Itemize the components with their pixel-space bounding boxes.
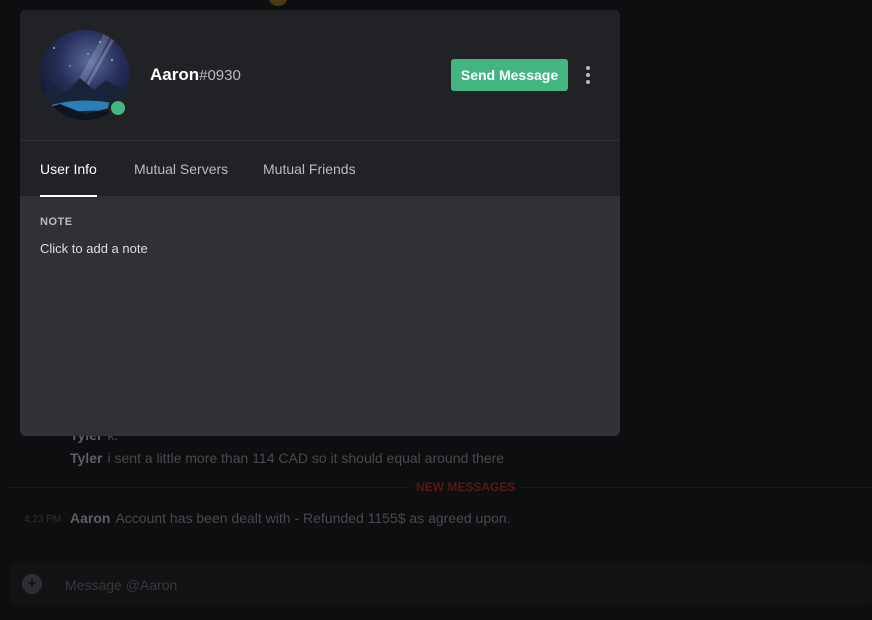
tab-mutual-friends[interactable]: Mutual Friends xyxy=(263,141,356,197)
message-composer: + xyxy=(10,562,872,606)
profile-username: Aaron#0930 xyxy=(150,65,241,85)
send-message-button[interactable]: Send Message xyxy=(451,59,568,91)
notification-badge xyxy=(268,0,288,6)
note-input[interactable] xyxy=(40,238,600,258)
plus-circle-icon[interactable]: + xyxy=(22,574,42,594)
online-status-icon xyxy=(108,98,128,118)
discriminator: #0930 xyxy=(199,67,241,84)
chat-message: Tyler i sent a little more than 114 CAD s… xyxy=(70,450,504,466)
message-text: Account has been dealt with - Refunded 1… xyxy=(115,510,511,526)
message-text: i sent a little more than 114 CAD so it … xyxy=(107,450,505,466)
discord-app: Tylerk. Tyleri sent a little more than 1… xyxy=(0,0,872,620)
user-profile-modal: Aaron#0930 Send Message User Info Mutual… xyxy=(20,10,620,436)
new-messages-label: NEW MESSAGES xyxy=(410,480,522,494)
note-label: NOTE xyxy=(40,216,73,228)
profile-tabs: User Info Mutual Servers Mutual Friends xyxy=(20,140,620,197)
chat-message: Aaron Account has been dealt with - Refun… xyxy=(70,510,511,526)
message-author[interactable]: Aaron xyxy=(70,510,110,526)
profile-header: Aaron#0930 Send Message xyxy=(20,10,620,140)
message-author[interactable]: Tyler xyxy=(70,450,102,466)
message-timestamp: 4:23 PM xyxy=(24,514,62,525)
message-input[interactable] xyxy=(65,575,845,595)
tab-mutual-servers[interactable]: Mutual Servers xyxy=(134,141,228,197)
note-section: NOTE xyxy=(40,216,600,258)
tab-user-info[interactable]: User Info xyxy=(40,141,97,197)
username: Aaron xyxy=(150,65,200,84)
vertical-ellipsis-icon[interactable] xyxy=(580,62,596,88)
